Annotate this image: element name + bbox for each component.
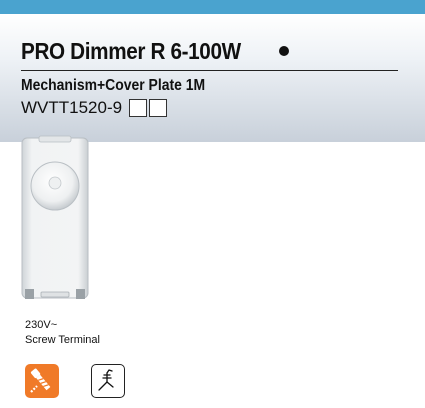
checkbox-1[interactable] xyxy=(129,99,148,117)
product-title: PRO Dimmer R 6-100W xyxy=(21,37,241,64)
terminal-spec: Screw Terminal xyxy=(25,334,100,346)
screw-terminal-icon xyxy=(25,364,59,398)
product-image xyxy=(19,130,91,311)
specs-block: 230V~ Screw Terminal xyxy=(25,318,100,348)
voltage-spec: 230V~ xyxy=(25,319,58,331)
title-divider xyxy=(21,70,398,71)
product-subtitle: Mechanism+Cover Plate 1M xyxy=(21,77,206,94)
checkbox-2[interactable] xyxy=(149,99,168,117)
title-row: PRO Dimmer R 6-100W xyxy=(21,36,265,66)
top-accent-band xyxy=(0,0,425,14)
product-code-row: WVTT1520-9 xyxy=(21,98,168,118)
bullet-dot xyxy=(279,46,289,56)
clamp-terminal-icon xyxy=(91,364,125,398)
product-code: WVTT1520-9 xyxy=(21,98,123,117)
